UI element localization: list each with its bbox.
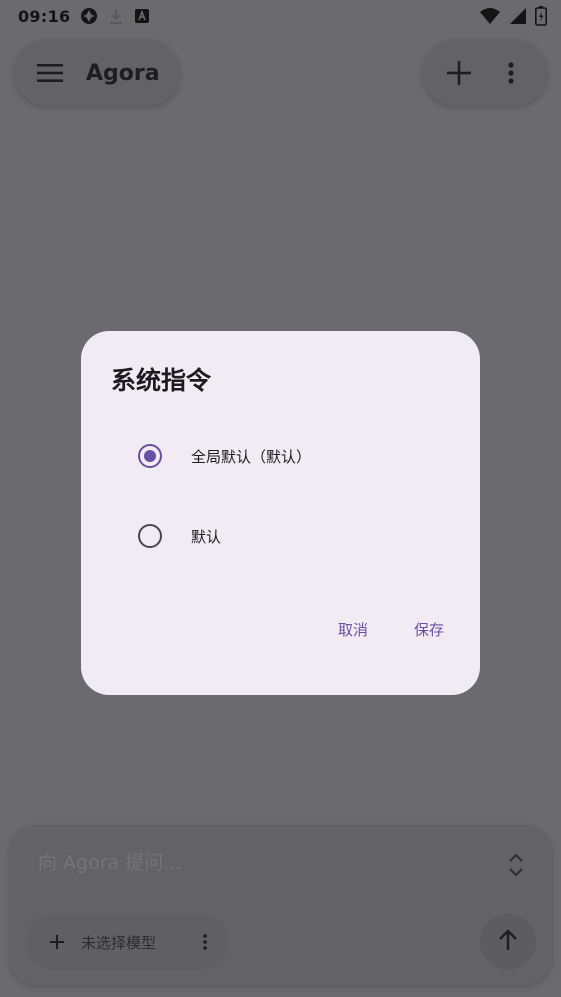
option-default[interactable]: 默认 (121, 508, 441, 564)
model-selector-chip[interactable]: 未选择模型 (25, 914, 229, 970)
radio-button-selected[interactable] (138, 444, 162, 468)
model-label: 未选择模型 (81, 933, 157, 952)
send-button[interactable] (480, 914, 536, 970)
unfold-icon[interactable] (503, 851, 529, 879)
dialog-title: 系统指令 (111, 366, 212, 395)
message-composer: 未选择模型 (9, 825, 552, 985)
app-title: Agora (86, 60, 160, 86)
status-right (479, 6, 547, 26)
more-vert-icon[interactable] (491, 53, 531, 93)
battery-icon (535, 6, 547, 26)
system-instruction-dialog: 系统指令 全局默认（默认） 默认 取消 保存 (81, 331, 480, 695)
app-bar-title-pill: Agora (14, 40, 180, 106)
radio-button-unselected[interactable] (138, 524, 162, 548)
app-bar-actions-pill (423, 40, 547, 106)
add-icon[interactable] (439, 53, 479, 93)
hamburger-menu-icon[interactable] (36, 59, 64, 87)
status-bar: 09:16 (0, 0, 561, 32)
add-attachment-icon[interactable] (47, 932, 67, 952)
dialog-actions: 取消 保存 (332, 615, 450, 644)
chip-more-vert-icon[interactable] (197, 930, 213, 954)
option-label: 默认 (191, 527, 222, 546)
app-notification-icon (80, 7, 98, 25)
cancel-button[interactable]: 取消 (332, 615, 374, 644)
status-left: 09:16 (18, 7, 150, 26)
signal-icon (509, 7, 527, 25)
option-label: 全局默认（默认） (191, 447, 312, 466)
arrow-up-icon (498, 929, 518, 955)
wifi-icon (479, 7, 501, 25)
save-button[interactable]: 保存 (408, 615, 450, 644)
option-global-default[interactable]: 全局默认（默认） (121, 428, 441, 484)
download-icon (108, 7, 124, 25)
font-a-icon (134, 8, 150, 24)
status-time: 09:16 (18, 6, 71, 26)
prompt-input[interactable] (36, 851, 500, 875)
